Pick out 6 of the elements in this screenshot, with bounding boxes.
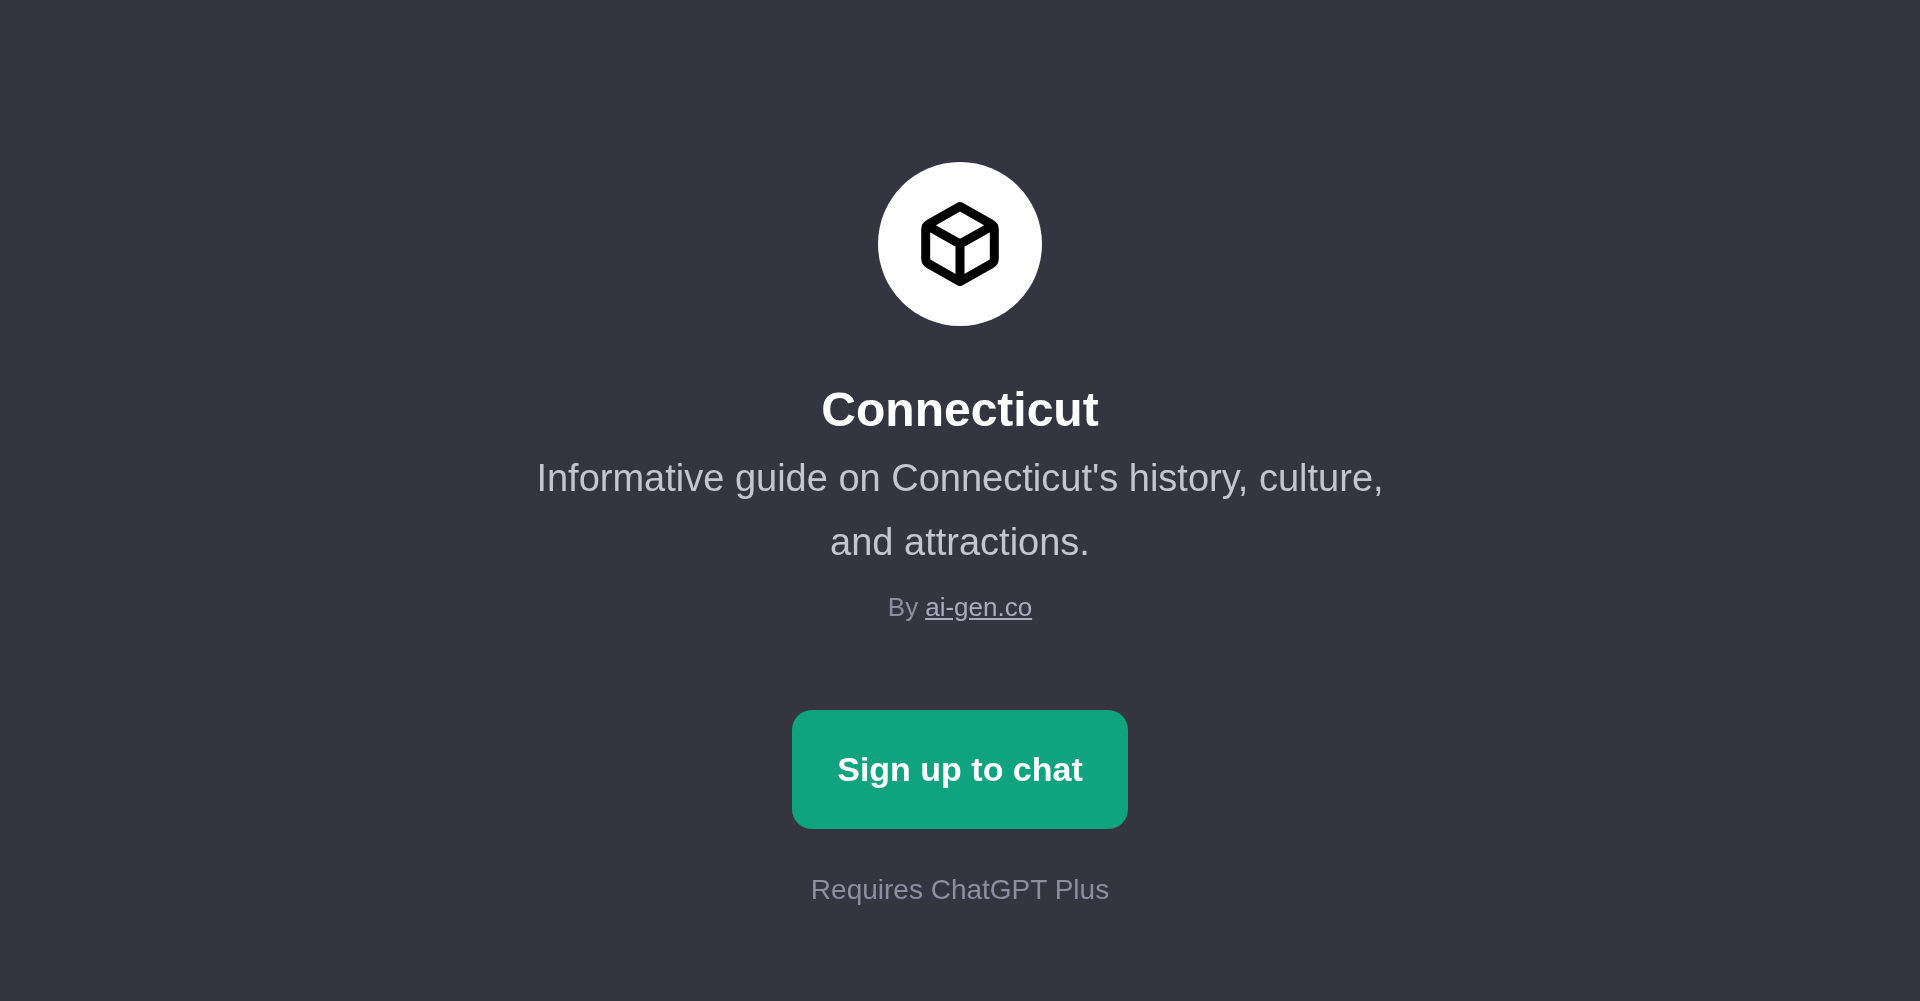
signup-button[interactable]: Sign up to chat — [792, 710, 1128, 829]
gpt-description: Informative guide on Connecticut's history, culture, and attractions. — [535, 456, 1385, 565]
author-link[interactable]: ai-gen.co — [925, 591, 1033, 623]
requirement-note: Requires ChatGPT Plus — [810, 873, 1110, 907]
gpt-title: Connecticut — [821, 382, 1099, 438]
author-label: By — [887, 591, 919, 623]
